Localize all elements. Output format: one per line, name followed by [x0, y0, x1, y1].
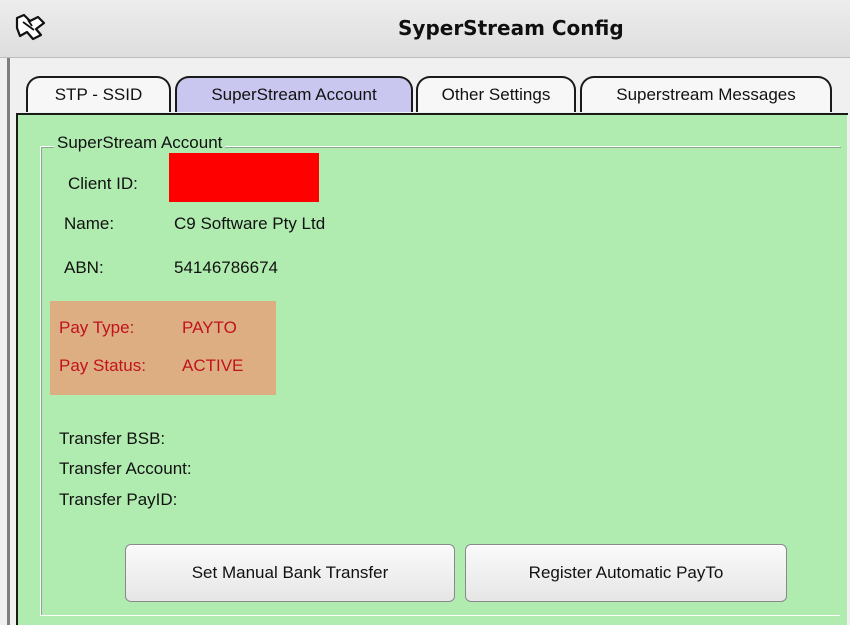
account-group-title: SuperStream Account [54, 133, 226, 153]
tab-other-settings[interactable]: Other Settings [416, 76, 576, 112]
name-label: Name: [64, 214, 115, 233]
pay-status-value: ACTIVE [182, 356, 244, 375]
tab-superstream-messages[interactable]: Superstream Messages [580, 76, 832, 112]
title-bar: SyperStream Config [0, 0, 850, 58]
abn-value: 54146786674 [174, 258, 279, 277]
pay-type-value: PAYTO [182, 318, 237, 337]
window-title: SyperStream Config [398, 16, 624, 40]
set-manual-bank-transfer-button[interactable]: Set Manual Bank Transfer [125, 544, 455, 602]
client-id-value-redacted [169, 153, 319, 202]
tab-stp-ssid[interactable]: STP - SSID [26, 76, 171, 112]
name-value: C9 Software Pty Ltd [174, 214, 326, 233]
tab-superstream-account[interactable]: SuperStream Account [175, 76, 413, 112]
transfer-payid-label: Transfer PayID: [59, 490, 178, 509]
client-id-label: Client ID: [68, 174, 138, 193]
pay-status-label: Pay Status: [59, 356, 146, 375]
abn-label: ABN: [64, 258, 104, 277]
transfer-bsb-label: Transfer BSB: [59, 429, 166, 448]
superstream-config-window: SyperStream Config STP - SSID SuperStrea… [0, 0, 850, 625]
window-left-border [7, 58, 10, 625]
transfer-account-label: Transfer Account: [59, 459, 192, 478]
pay-status-highlight [50, 301, 276, 395]
pay-type-label: Pay Type: [59, 318, 135, 337]
tab-strip: STP - SSID SuperStream Account Other Set… [24, 76, 844, 114]
register-automatic-payto-button[interactable]: Register Automatic PayTo [465, 544, 787, 602]
